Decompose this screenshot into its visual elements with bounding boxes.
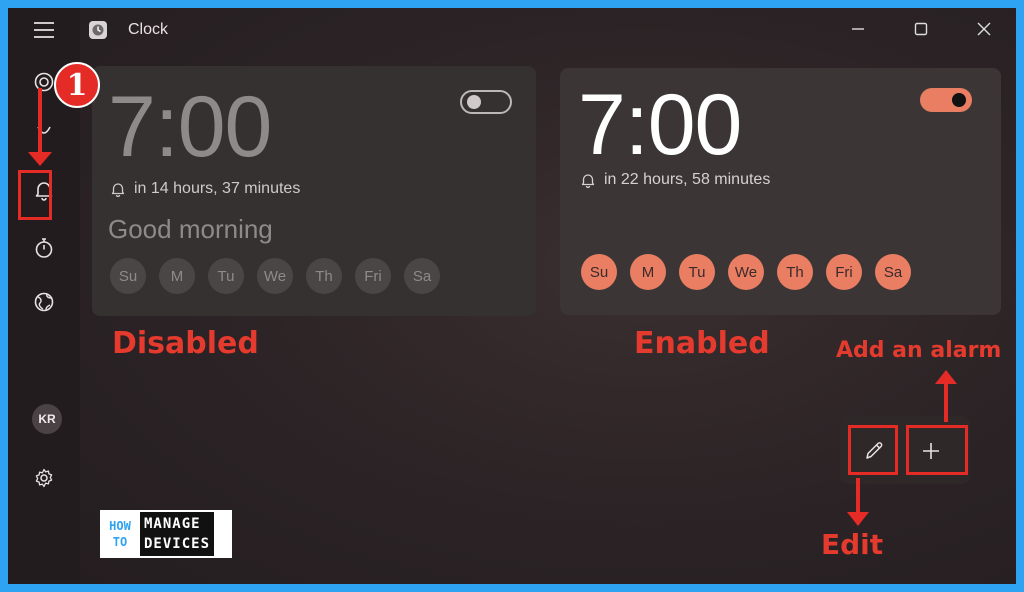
add-alarm-label: Add an alarm [836, 338, 1002, 363]
disabled-label: Disabled [112, 326, 259, 361]
edit-label: Edit [821, 528, 884, 561]
logo-how: HOW [109, 519, 131, 533]
logo-manage: MANAGE [144, 516, 201, 532]
logo-devices: DEVICES [144, 536, 211, 552]
step-number-badge: 1 [54, 62, 100, 108]
enabled-label: Enabled [634, 326, 770, 361]
annotation-arrows [28, 88, 957, 526]
logo-right: MANAGE DEVICES [140, 512, 215, 556]
howtomanagedevices-logo: HOW TO MANAGE DEVICES [100, 510, 232, 558]
logo-left: HOW TO [100, 510, 140, 558]
clock-window: KR Clock 7:00 in 14 hours, 37 minutes Go… [8, 8, 1016, 584]
logo-to: TO [112, 535, 128, 549]
